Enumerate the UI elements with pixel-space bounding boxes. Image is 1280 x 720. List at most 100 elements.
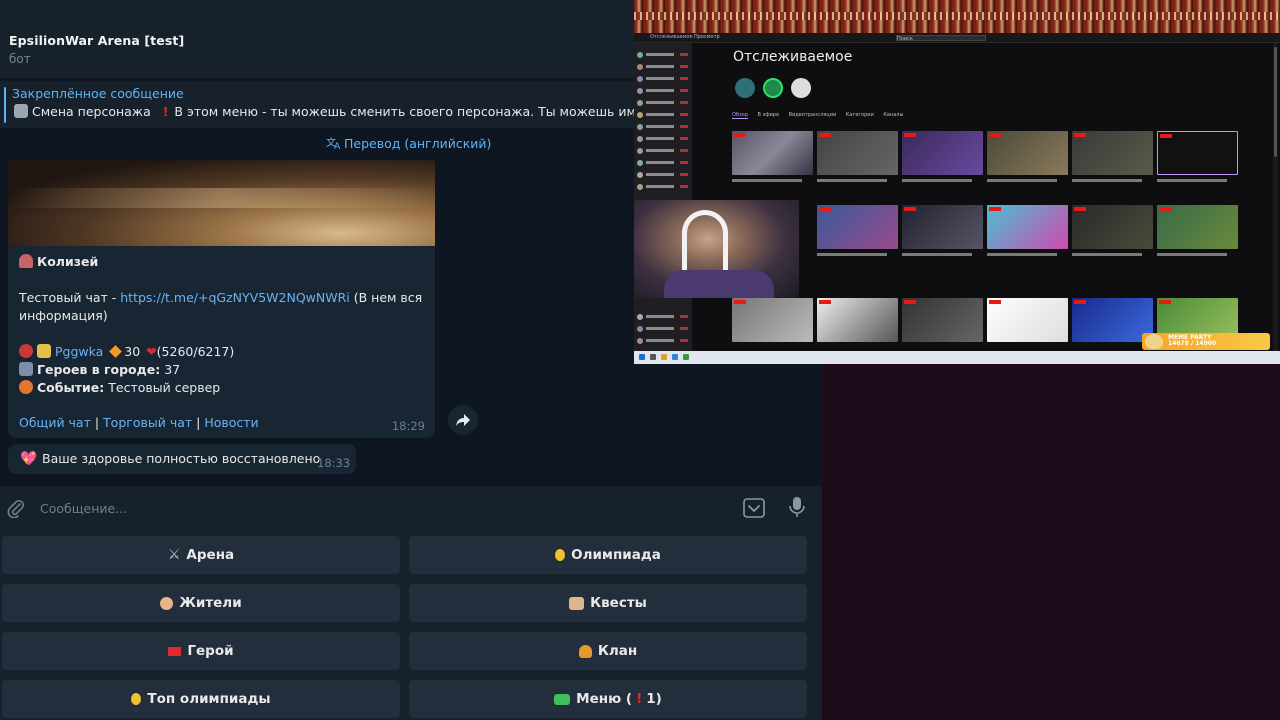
pinned-text: Смена персонажа ! В этом меню - ты можешь… bbox=[14, 104, 634, 119]
dog-icon bbox=[1145, 334, 1163, 349]
message-time: 18:29 bbox=[391, 419, 425, 433]
event-icon bbox=[19, 380, 33, 394]
meme-party-value: 14678 / 14900 bbox=[1168, 340, 1217, 347]
crossed-swords-icon: ⚔ bbox=[167, 546, 181, 563]
flag-icon bbox=[168, 646, 182, 656]
heroes-label: Героев в городе: bbox=[37, 362, 161, 377]
link-general-chat[interactable]: Общий чат bbox=[19, 415, 91, 430]
health-message[interactable]: 💖 Ваше здоровье полностью восстановлено … bbox=[8, 444, 356, 474]
link-separator: | bbox=[192, 415, 205, 430]
stream-thumbnail[interactable] bbox=[817, 205, 898, 249]
exclamation-icon: ! bbox=[636, 691, 643, 707]
stream-thumbnail[interactable] bbox=[732, 298, 813, 342]
olympiad-button-label: Олимпиада bbox=[571, 547, 661, 563]
microphone-icon[interactable] bbox=[788, 496, 806, 518]
link-separator: | bbox=[90, 415, 104, 430]
tab-videos[interactable]: Видеотрансляции bbox=[789, 112, 837, 118]
message-input[interactable] bbox=[40, 494, 720, 522]
stream-thumbnail[interactable] bbox=[902, 298, 983, 342]
stream-thumbnail[interactable] bbox=[902, 131, 983, 175]
arena-button[interactable]: ⚔ Арена bbox=[2, 536, 400, 574]
medal-icon bbox=[555, 549, 566, 561]
compose-bar bbox=[0, 486, 822, 530]
link-news[interactable]: Новости bbox=[204, 415, 258, 430]
stream-thumbnail[interactable] bbox=[987, 205, 1068, 249]
nav-following[interactable]: Отслеживаемое bbox=[650, 34, 693, 40]
twitch-sidebar bbox=[634, 43, 692, 353]
share-button[interactable] bbox=[448, 405, 478, 435]
menu-button-label: Меню ( bbox=[576, 691, 633, 707]
channel-avatar[interactable] bbox=[791, 78, 811, 98]
twitch-topbar: Отслеживаемое Просмотр Поиск bbox=[634, 33, 1280, 43]
twitch-search-placeholder: Поиск bbox=[897, 36, 913, 42]
residents-button[interactable]: Жители bbox=[2, 584, 400, 622]
test-chat-label: Тестовый чат - bbox=[19, 290, 121, 305]
channel-avatar[interactable] bbox=[735, 78, 755, 98]
stream-thumbnail[interactable] bbox=[902, 205, 983, 249]
pinned-text-b: В этом меню - ты можешь сменить своего п… bbox=[174, 104, 634, 119]
location-line: Колизей bbox=[19, 254, 98, 269]
health-message-text: Ваше здоровье полностью восстановлено bbox=[42, 451, 321, 466]
player-level: 30 bbox=[124, 344, 141, 359]
start-icon[interactable] bbox=[639, 354, 645, 360]
test-chat-link[interactable]: https://t.me/+qGzNYV5W2NQwNWRi bbox=[120, 290, 350, 305]
stream-banner bbox=[634, 0, 1280, 33]
diamond-icon bbox=[109, 345, 123, 358]
stream-thumbnail[interactable] bbox=[732, 131, 813, 175]
paperclip-icon[interactable] bbox=[6, 498, 26, 518]
stream-thumbnail[interactable] bbox=[1157, 205, 1238, 249]
tab-channels[interactable]: Каналы bbox=[883, 112, 903, 118]
menu-button[interactable]: Меню (! 1) bbox=[409, 680, 807, 718]
scroll-icon bbox=[569, 596, 585, 610]
arena-button-label: Арена bbox=[186, 547, 235, 563]
twitch-following-page: Отслеживаемое Обзор В эфире Видеотрансля… bbox=[692, 43, 1274, 353]
translate-label: Перевод (английский) bbox=[344, 136, 492, 151]
quests-button[interactable]: Квесты bbox=[409, 584, 807, 622]
stream-thumbnail[interactable] bbox=[817, 298, 898, 342]
twitch-scrollbar[interactable] bbox=[1273, 43, 1278, 353]
telegram-icon[interactable] bbox=[672, 354, 678, 360]
meme-party-overlay: MEME PARTY 14678 / 14900 bbox=[1142, 333, 1270, 350]
twitch-search[interactable]: Поиск bbox=[896, 35, 986, 42]
medal-icon bbox=[131, 693, 142, 705]
svg-text:A: A bbox=[334, 142, 341, 150]
top-olympiad-button-label: Топ олимпиады bbox=[147, 691, 271, 707]
heroes-count: 37 bbox=[164, 362, 181, 377]
headphones-icon bbox=[682, 210, 728, 270]
bot-message[interactable]: Колизей Тестовый чат - https://t.me/+qGz… bbox=[8, 160, 435, 438]
person-icon bbox=[160, 596, 174, 610]
stream-thumbnail[interactable] bbox=[1072, 131, 1153, 175]
bot-keyboard-icon[interactable] bbox=[742, 497, 766, 519]
tab-overview[interactable]: Обзор bbox=[732, 112, 748, 119]
hero-button[interactable]: Герой bbox=[2, 632, 400, 670]
link-trade-chat[interactable]: Торговый чат bbox=[103, 415, 192, 430]
stream-thumbnail[interactable] bbox=[987, 131, 1068, 175]
olympiad-button[interactable]: Олимпиада bbox=[409, 536, 807, 574]
location-name: Колизей bbox=[37, 254, 99, 269]
stream-thumbnail[interactable] bbox=[1072, 298, 1153, 342]
elf-icon bbox=[37, 344, 51, 358]
player-name[interactable]: Pggwka bbox=[55, 344, 103, 359]
character-icon bbox=[14, 104, 28, 118]
tab-live[interactable]: В эфире bbox=[758, 112, 780, 118]
clan-button[interactable]: Клан bbox=[409, 632, 807, 670]
event-label: Событие: bbox=[37, 380, 105, 395]
links-line: Общий чат | Торговый чат | Новости bbox=[19, 415, 259, 430]
stream-thumbnail[interactable] bbox=[1157, 131, 1238, 175]
health-message-time: 18:33 bbox=[317, 456, 351, 470]
chrome-icon[interactable] bbox=[683, 354, 689, 360]
stream-thumbnail[interactable] bbox=[987, 298, 1068, 342]
nav-browse[interactable]: Просмотр bbox=[694, 34, 720, 40]
top-olympiad-button[interactable]: Топ олимпиады bbox=[2, 680, 400, 718]
channel-avatar[interactable] bbox=[763, 78, 783, 98]
explorer-icon[interactable] bbox=[661, 354, 667, 360]
search-icon[interactable] bbox=[650, 354, 656, 360]
bot-reply-keyboard: ⚔ Арена Олимпиада Жители Квесты Герой Кла… bbox=[0, 530, 822, 720]
residents-button-label: Жители bbox=[179, 595, 242, 611]
tab-categories[interactable]: Категории bbox=[846, 112, 874, 118]
player-line: Pggwka 30 ❤(5260/6217) bbox=[19, 344, 234, 359]
stream-thumbnail[interactable] bbox=[817, 131, 898, 175]
coliseum-image bbox=[8, 160, 435, 246]
event-value: Тестовый сервер bbox=[108, 380, 221, 395]
stream-thumbnail[interactable] bbox=[1072, 205, 1153, 249]
